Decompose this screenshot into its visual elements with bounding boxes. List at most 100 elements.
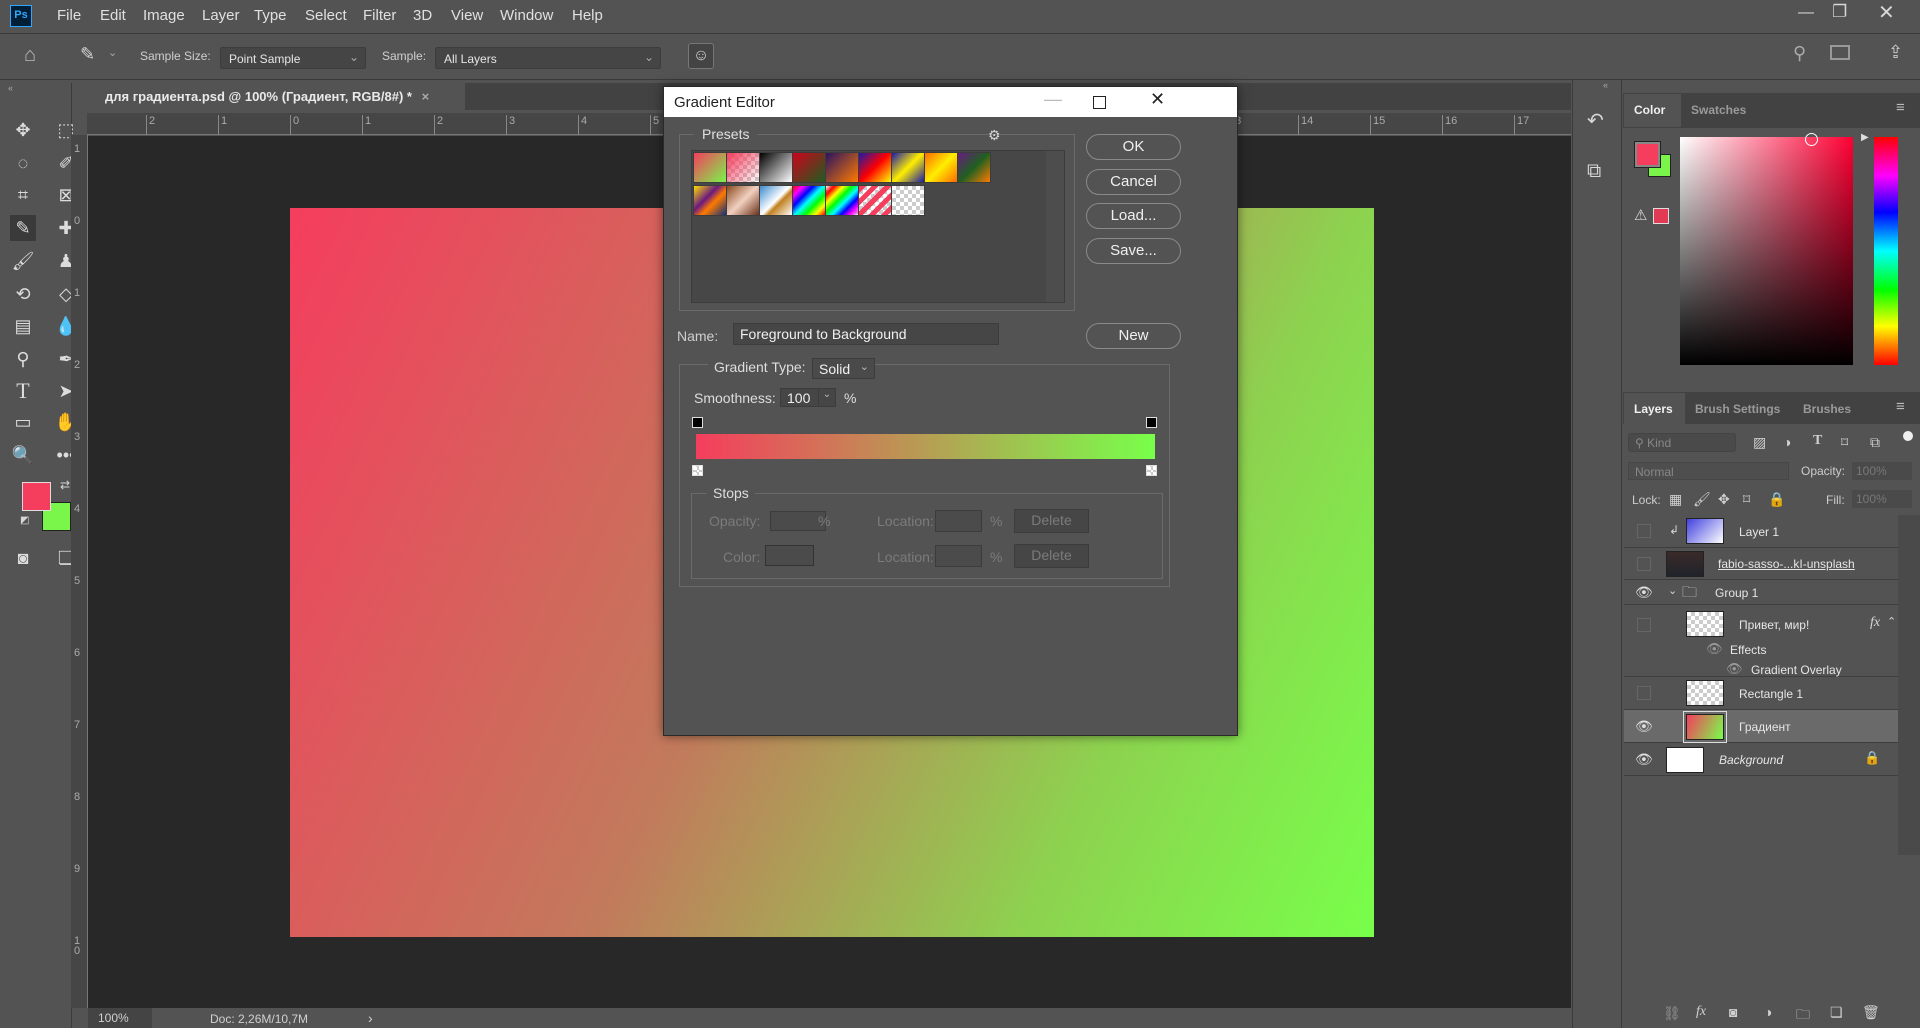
maximize-icon[interactable] <box>1093 96 1106 109</box>
tab-color[interactable]: Color <box>1624 94 1681 127</box>
gradient-overlay-effect[interactable]: Gradient Overlay <box>1751 663 1842 677</box>
eyedropper-icon[interactable]: ✎ <box>80 44 95 65</box>
layers-scrollbar[interactable] <box>1898 515 1920 855</box>
filter-adjustment-icon[interactable]: ◑ <box>1783 434 1791 450</box>
home-icon[interactable]: ⌂ <box>24 44 36 67</box>
lock-position-icon[interactable]: ✥ <box>1718 491 1730 508</box>
tab-swatches[interactable]: Swatches <box>1681 94 1756 127</box>
color-picker-cursor[interactable] <box>1805 133 1818 146</box>
gradient-preset-swatch[interactable] <box>693 185 727 216</box>
tab-layers[interactable]: Layers <box>1624 393 1685 426</box>
new-layer-icon[interactable]: ❏ <box>1830 1004 1843 1021</box>
filter-pixel-icon[interactable]: ▨ <box>1753 434 1766 451</box>
eye-icon[interactable]: 👁 <box>1635 584 1653 601</box>
gradient-tool-icon[interactable]: ▤ <box>10 313 36 339</box>
chevron-up-icon[interactable]: ⌃ <box>1887 615 1896 628</box>
gradient-preview-bar[interactable] <box>696 434 1155 459</box>
chevron-down-icon[interactable]: ⌄ <box>108 46 117 59</box>
panel-menu-icon[interactable]: ≡ <box>1896 398 1905 415</box>
tab-brushes[interactable]: Brushes <box>1793 393 1861 426</box>
menu-edit[interactable]: Edit <box>100 7 126 24</box>
new-button[interactable]: New <box>1086 323 1181 349</box>
menu-select[interactable]: Select <box>305 7 347 24</box>
sample-size-select[interactable]: Point Sample ⌄ <box>220 47 366 69</box>
opacity-input[interactable]: 100% <box>1852 462 1912 480</box>
visibility-toggle[interactable] <box>1637 524 1651 538</box>
eye-icon[interactable]: 👁 <box>1635 751 1653 768</box>
lock-image-icon[interactable]: 🖌 <box>1693 491 1711 508</box>
gradient-preset-swatch[interactable] <box>858 185 892 216</box>
collapse-icon[interactable]: « <box>1603 80 1608 90</box>
gradient-preset-swatch[interactable] <box>957 152 991 183</box>
gradient-name-input[interactable] <box>733 323 999 345</box>
quick-mask-icon[interactable]: ◙ <box>10 545 36 571</box>
blend-mode-select[interactable]: Normal <box>1628 462 1789 480</box>
layer-row-group-1[interactable]: 👁 ⌄ 🗀 Group 1 <box>1624 580 1898 605</box>
close-icon[interactable]: ✕ <box>1878 0 1895 25</box>
history-brush-tool-icon[interactable]: ⟲ <box>10 281 36 307</box>
filter-shape-icon[interactable]: ⌑ <box>1841 434 1848 451</box>
visibility-toggle[interactable] <box>1637 618 1651 632</box>
menu-view[interactable]: View <box>451 7 483 24</box>
filter-toggle-icon[interactable] <box>1903 431 1913 441</box>
color-panel-foreground-swatch[interactable] <box>1634 141 1661 168</box>
new-group-icon[interactable]: 🗀 <box>1796 1004 1810 1028</box>
delete-layer-icon[interactable]: 🗑 <box>1862 1004 1880 1021</box>
visibility-toggle[interactable] <box>1637 686 1651 700</box>
gradient-preset-swatch[interactable] <box>858 152 892 183</box>
add-mask-icon[interactable]: ◙ <box>1729 1004 1737 1020</box>
close-icon[interactable]: ✕ <box>1150 89 1165 110</box>
gradient-preset-swatch[interactable] <box>759 152 793 183</box>
history-panel-icon[interactable]: ↶ <box>1587 108 1604 133</box>
foreground-color-swatch[interactable] <box>22 482 51 511</box>
layer-filter-kind[interactable]: ⚲ Kind <box>1628 433 1736 452</box>
load-button[interactable]: Load... <box>1086 203 1181 229</box>
save-button[interactable]: Save... <box>1086 238 1181 264</box>
type-tool-icon[interactable]: T <box>10 378 36 404</box>
menu-filter[interactable]: Filter <box>363 7 396 24</box>
fx-icon[interactable]: fx <box>1696 1004 1706 1020</box>
eye-icon[interactable]: 👁 <box>1726 661 1743 677</box>
default-colors-icon[interactable]: ◩ <box>20 515 29 526</box>
brush-tool-icon[interactable]: 🖌 <box>10 248 36 274</box>
status-arrow-icon[interactable]: › <box>368 1010 373 1026</box>
gradient-preset-swatch[interactable] <box>891 185 925 216</box>
3d-panel-icon[interactable]: ⧉ <box>1587 160 1601 183</box>
swap-colors-icon[interactable]: ⇄ <box>60 478 70 492</box>
menu-type[interactable]: Type <box>254 7 287 24</box>
chevron-down-icon[interactable]: ⌄ <box>818 389 835 406</box>
filter-smart-object-icon[interactable]: ⧉ <box>1870 434 1880 451</box>
move-tool-icon[interactable]: ✥ <box>10 117 36 143</box>
layer-row-privet-mir[interactable]: Привет, мир! fx ⌃ 👁 Effects 👁 Gradient O… <box>1624 605 1898 677</box>
color-stop-right[interactable] <box>1146 465 1157 476</box>
hue-slider[interactable] <box>1874 137 1898 365</box>
gradient-preset-swatch[interactable] <box>726 152 760 183</box>
gradient-preset-swatch[interactable] <box>825 152 859 183</box>
eye-icon[interactable]: 👁 <box>1635 718 1653 735</box>
gradient-type-select[interactable]: Solid ⌄ <box>812 358 875 379</box>
menu-help[interactable]: Help <box>572 7 603 24</box>
sample-select[interactable]: All Layers ⌄ <box>435 47 661 69</box>
filter-type-icon[interactable]: T <box>1813 433 1822 449</box>
lasso-tool-icon[interactable]: ◌ <box>10 150 36 176</box>
restore-icon[interactable]: ❐ <box>1832 2 1847 22</box>
layer-row-background[interactable]: 👁 Background 🔒 <box>1624 743 1898 776</box>
link-layers-icon[interactable]: ⛓ <box>1663 1005 1681 1022</box>
gradient-preset-swatch[interactable] <box>759 185 793 216</box>
color-stop-left[interactable] <box>692 465 703 476</box>
fx-icon[interactable]: fx <box>1870 615 1880 631</box>
lock-artboard-icon[interactable]: ⌑ <box>1743 491 1750 508</box>
close-tab-icon[interactable]: × <box>422 89 430 104</box>
share-icon[interactable]: ⇪ <box>1888 42 1903 63</box>
cancel-button[interactable]: Cancel <box>1086 169 1181 195</box>
gear-icon[interactable]: ⚙ <box>988 127 1001 144</box>
gradient-preset-swatch[interactable] <box>726 185 760 216</box>
chevron-down-icon[interactable]: ⌄ <box>1668 584 1677 597</box>
menu-image[interactable]: Image <box>143 7 185 24</box>
gamut-warning-icon[interactable]: ⚠ <box>1634 206 1647 224</box>
fill-input[interactable]: 100% <box>1852 490 1912 508</box>
zoom-level[interactable]: 100% <box>88 1008 152 1028</box>
hue-slider-handle[interactable]: ▶ <box>1861 132 1869 143</box>
minimize-icon[interactable]: — <box>1798 4 1814 22</box>
target-icon[interactable]: ☺ <box>688 43 714 69</box>
